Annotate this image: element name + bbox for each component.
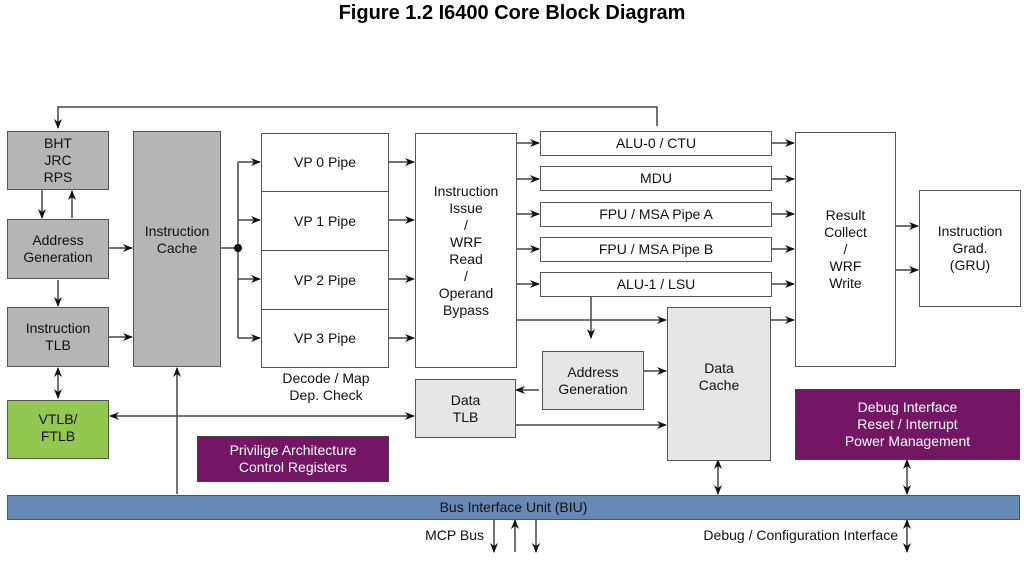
instruction-cache-block: Instruction Cache bbox=[133, 131, 221, 367]
mcp-bus-label: MCP Bus bbox=[425, 527, 484, 543]
instruction-grad-block: Instruction Grad. (GRU) bbox=[919, 190, 1021, 307]
alu1-lsu-block: ALU-1 / LSU bbox=[540, 272, 772, 297]
vtlb-ftlb-block: VTLB/ FTLB bbox=[7, 400, 109, 459]
instruction-address-generation-block: Address Generation bbox=[7, 219, 109, 279]
debug-config-interface-label: Debug / Configuration Interface bbox=[703, 527, 898, 543]
vp1-pipe-block: VP 1 Pipe bbox=[261, 191, 389, 251]
fpu-msa-pipe-b-block: FPU / MSA Pipe B bbox=[540, 237, 772, 262]
vp0-pipe-block: VP 0 Pipe bbox=[261, 133, 389, 192]
mdu-block: MDU bbox=[540, 166, 772, 191]
data-cache-block: Data Cache bbox=[667, 307, 771, 461]
vp3-pipe-block: VP 3 Pipe bbox=[261, 309, 389, 368]
instruction-tlb-block: Instruction TLB bbox=[7, 307, 109, 367]
instruction-issue-block: Instruction Issue / WRF Read / Operand B… bbox=[415, 133, 517, 368]
result-collect-block: Result Collect / WRF Write bbox=[795, 132, 896, 367]
alu0-ctu-block: ALU-0 / CTU bbox=[540, 131, 772, 156]
bht-jrc-rps-block: BHT JRC RPS bbox=[7, 131, 109, 190]
data-tlb-block: Data TLB bbox=[415, 379, 516, 438]
fanout-junction-dot bbox=[234, 244, 242, 252]
debug-interface-block: Debug Interface Reset / Interrupt Power … bbox=[795, 389, 1020, 460]
feedback-loop-line bbox=[54, 106, 658, 129]
fpu-msa-pipe-a-block: FPU / MSA Pipe A bbox=[540, 202, 772, 227]
privilege-architecture-block: Privilige Architecture Control Registers bbox=[197, 436, 389, 482]
decode-map-label: Decode / Map Dep. Check bbox=[282, 370, 370, 403]
bus-interface-unit-bar: Bus Interface Unit (BIU) bbox=[7, 495, 1020, 520]
vp2-pipe-block: VP 2 Pipe bbox=[261, 250, 389, 310]
data-address-generation-block: Address Generation bbox=[542, 351, 644, 410]
